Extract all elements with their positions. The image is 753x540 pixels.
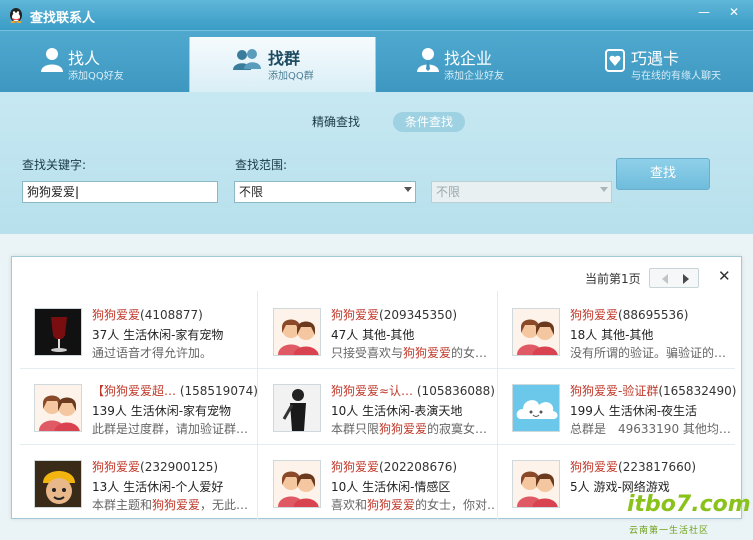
minimize-button[interactable]: — [692, 2, 716, 22]
exact-search-toggle[interactable]: 精确查找 [300, 112, 372, 132]
group-icon [233, 49, 261, 70]
group-result-card[interactable]: 狗狗爱爱-验证群(165832490) 199人 生活休闲-夜生活 总群是 49… [500, 370, 738, 446]
tab-bar: 找人 添加QQ好友 找群 添加QQ群 找企业 添加企业好友 巧遇卡 与在线的有缘… [0, 30, 753, 93]
group-name[interactable]: 【狗狗爱爱超… (158519074) [92, 382, 258, 399]
group-meta: 47人 其他-其他 [331, 328, 415, 342]
group-meta: 199人 生活休闲-夜生活 [570, 404, 698, 418]
tab-sublabel: 添加QQ好友 [68, 71, 124, 82]
group-result-card[interactable]: 【狗狗爱爱超… (158519074) 139人 生活休闲-家有宠物 此群是过度… [22, 370, 260, 446]
watermark-logo-text: itbo7.com [627, 492, 751, 517]
tab-label: 巧遇卡 [631, 49, 680, 68]
tab-find-enterprise[interactable]: 找企业 添加企业好友 [376, 37, 563, 93]
tab-label: 找企业 [444, 49, 493, 68]
subrange-select: 不限 [431, 181, 612, 203]
tab-sublabel: 添加QQ群 [268, 71, 314, 82]
search-panel: 精确查找 条件查找 查找关键字: 查找范围: 狗狗爱爱| 不限 不限 查找 [0, 92, 753, 234]
person-icon [41, 48, 63, 72]
group-name[interactable]: 狗狗爱爱(88695536) [570, 306, 688, 323]
group-result-card[interactable]: 狗狗爱爱(232900125) 13人 生活休闲-个人爱好 本群主题和狗狗爱爱，… [22, 446, 260, 522]
page-nav [649, 268, 699, 288]
watermark-tagline: 云南第一生活社区 [629, 526, 710, 536]
keyword-label: 查找关键字: [22, 158, 87, 172]
range-select-value: 不限 [239, 185, 264, 199]
keyword-input[interactable]: 狗狗爱爱| [22, 181, 218, 203]
group-result-card[interactable]: 狗狗爱爱(4108877) 37人 生活休闲-家有宠物 通过语音才得允许加。 [22, 294, 260, 370]
tab-find-person[interactable]: 找人 添加QQ好友 [0, 37, 187, 93]
group-name[interactable]: 狗狗爱爱(232900125) [92, 458, 218, 475]
group-meta: 18人 其他-其他 [570, 328, 654, 342]
group-avatar-photo [273, 384, 321, 432]
group-result-card[interactable]: 狗狗爱爱≈认… (105836088) 10人 生活休闲-表演天地 本群只限狗狗… [261, 370, 499, 446]
group-avatar-cartoon [34, 460, 82, 508]
group-avatar-default [273, 308, 321, 356]
tab-sublabel: 与在线的有缘人聊天 [631, 71, 721, 82]
group-desc: 喜欢和狗狗爱爱的女士，你对… [331, 498, 496, 512]
group-result-card[interactable]: 狗狗爱爱(209345350) 47人 其他-其他 只接受喜欢与狗狗爱爱的女… [261, 294, 499, 370]
range-label: 查找范围: [235, 158, 288, 172]
group-result-card[interactable]: 狗狗爱爱(202208676) 10人 生活休闲-情感区 喜欢和狗狗爱爱的女士，… [261, 446, 499, 522]
close-results-button[interactable]: ✕ [718, 267, 731, 285]
qq-penguin-icon [10, 8, 22, 23]
tab-sublabel: 添加企业好友 [444, 71, 504, 82]
group-avatar-wineglass [34, 308, 82, 356]
group-desc: 此群是过度群，请加验证群… [92, 422, 249, 436]
tab-label: 找人 [68, 49, 101, 68]
chevron-down-icon [600, 187, 608, 192]
close-button[interactable]: ✕ [722, 2, 746, 22]
tab-label: 找群 [268, 49, 301, 68]
group-name[interactable]: 狗狗爱爱≈认… (105836088) [331, 382, 495, 399]
card-icon [605, 49, 625, 72]
group-meta: 10人 生活休闲-表演天地 [331, 404, 463, 418]
group-name[interactable]: 狗狗爱爱(209345350) [331, 306, 457, 323]
prev-page-icon[interactable] [662, 274, 668, 284]
results-window: 当前第1页 ✕ 狗狗爱爱(4108877) 37人 生活休闲-家有宠物 通过语音… [11, 256, 742, 519]
group-avatar-default [273, 460, 321, 508]
group-avatar-default [512, 460, 560, 508]
site-watermark: itbo7.com 云南第一生活社区 [625, 492, 753, 540]
group-name[interactable]: 狗狗爱爱(223817660) [570, 458, 696, 475]
group-desc: 没有所谓的验证。骗验证的… [570, 346, 727, 360]
group-name[interactable]: 狗狗爱爱(4108877) [92, 306, 203, 323]
chevron-down-icon [404, 187, 412, 192]
condition-search-toggle[interactable]: 条件查找 [393, 112, 466, 132]
next-page-icon[interactable] [683, 274, 689, 284]
group-meta: 37人 生活休闲-家有宠物 [92, 328, 224, 342]
group-result-card[interactable]: 狗狗爱爱(88695536) 18人 其他-其他 没有所谓的验证。骗验证的… [500, 294, 738, 370]
group-avatar-cloud [512, 384, 560, 432]
tab-find-group[interactable]: 找群 添加QQ群 [189, 37, 376, 93]
group-meta: 10人 生活休闲-情感区 [331, 480, 451, 494]
group-name[interactable]: 狗狗爱爱-验证群(165832490) [570, 382, 736, 399]
group-meta: 13人 生活休闲-个人爱好 [92, 480, 224, 494]
page-indicator: 当前第1页 [585, 272, 641, 286]
group-avatar-default [512, 308, 560, 356]
subrange-select-value: 不限 [436, 185, 461, 199]
search-button[interactable]: 查找 [616, 158, 710, 190]
group-meta: 139人 生活休闲-家有宠物 [92, 404, 232, 418]
group-name[interactable]: 狗狗爱爱(202208676) [331, 458, 457, 475]
group-desc: 通过语音才得允许加。 [92, 346, 213, 360]
enterprise-icon [417, 48, 439, 72]
range-select[interactable]: 不限 [234, 181, 416, 203]
group-desc: 本群只限狗狗爱爱的寂寞女… [331, 422, 488, 436]
group-avatar-default [34, 384, 82, 432]
group-desc: 本群主题和狗狗爱爱，无此… [92, 498, 249, 512]
keyword-input-value: 狗狗爱爱 [27, 185, 76, 199]
group-desc: 只接受喜欢与狗狗爱爱的女… [331, 346, 488, 360]
window-title: 查找联系人 [30, 11, 96, 26]
group-desc: 总群是 49633190 其他均… [570, 422, 731, 436]
title-bar: 查找联系人 — ✕ [0, 0, 753, 30]
tab-encounter-card[interactable]: 巧遇卡 与在线的有缘人聊天 [563, 37, 750, 93]
